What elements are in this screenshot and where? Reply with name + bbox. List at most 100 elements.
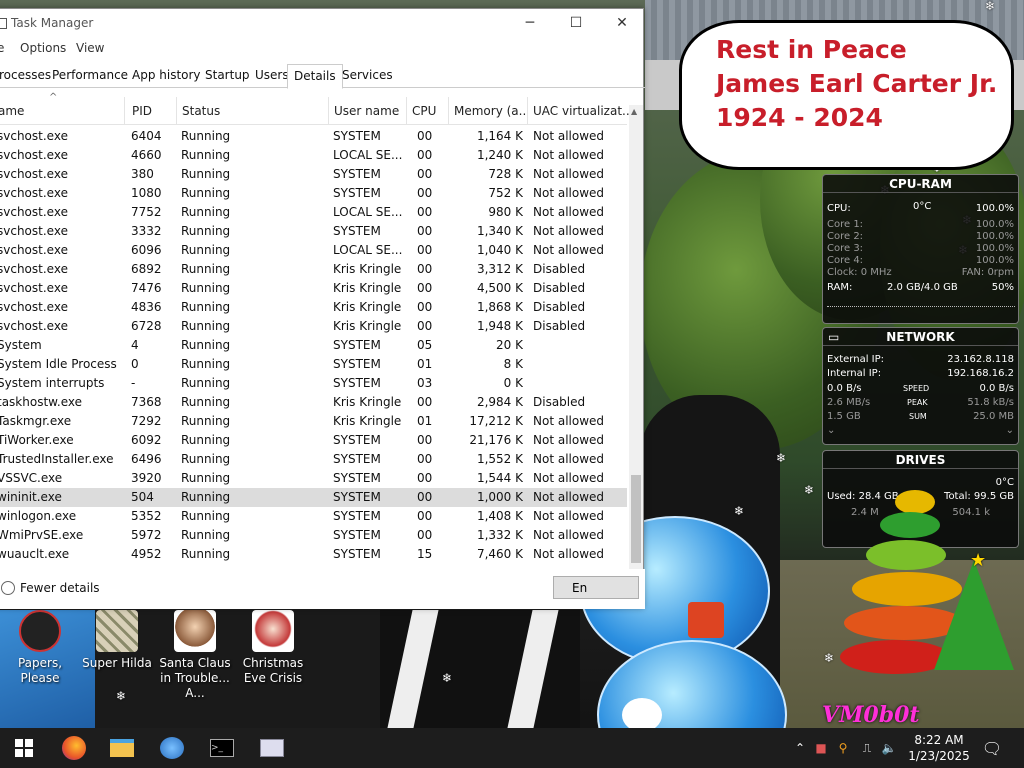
scrollbar-thumb[interactable]	[631, 475, 641, 563]
tab-services[interactable]: Services	[336, 64, 399, 88]
end-task-button[interactable]: En	[553, 576, 639, 599]
column-memory[interactable]: Memory (a...	[449, 97, 528, 125]
cell-uac: Not allowed	[533, 243, 605, 257]
cell-memory: 752 K	[488, 186, 523, 200]
table-row[interactable]: svchost.exe 7752 Running LOCAL SE... 00 980 K…	[0, 203, 627, 222]
people-icon	[160, 737, 184, 759]
table-row[interactable]: svchost.exe 6728 Running Kris Kringle 00 1,94…	[0, 317, 627, 336]
desktop-icon-super-hilda[interactable]: Super Hilda	[77, 610, 157, 671]
table-row[interactable]: svchost.exe 7476 Running Kris Kringle 00 4,50…	[0, 279, 627, 298]
cell-name: WmiPrvSE.exe	[0, 528, 84, 542]
cell-cpu: 01	[417, 414, 433, 428]
taskbar-command-prompt[interactable]: >_	[200, 728, 244, 768]
table-row[interactable]: WmiPrvSE.exe 5972 Running SYSTEM 00 1,332 K No…	[0, 526, 627, 545]
table-row[interactable]: svchost.exe 4836 Running Kris Kringle 00 1,86…	[0, 298, 627, 317]
fewer-details-button[interactable]: Fewer details	[1, 581, 100, 595]
table-row[interactable]: TiWorker.exe 6092 Running SYSTEM 00 21,176 K N…	[0, 431, 627, 450]
cell-uac: Disabled	[533, 281, 586, 295]
cell-cpu: 00	[417, 471, 433, 485]
column-uac-virtualization[interactable]: UAC virtualizat...	[528, 97, 629, 125]
maximize-button[interactable]: ☐	[553, 9, 599, 37]
bubble-line-2: James Earl Carter Jr.	[716, 69, 998, 98]
drive-used: Used: 28.4 GB	[827, 491, 899, 502]
network-gadget[interactable]: ▭ NETWORK External IP: 23.162.8.118 Inter…	[822, 327, 1019, 445]
start-button[interactable]	[2, 728, 46, 768]
santa-claus-icon	[174, 610, 216, 652]
column-name[interactable]: ame	[0, 97, 125, 125]
tab-app-history[interactable]: App history	[126, 64, 207, 88]
table-row[interactable]: svchost.exe 3332 Running SYSTEM 00 1,340 K Not…	[0, 222, 627, 241]
table-row[interactable]: taskhostw.exe 7368 Running Kris Kringle 00 2,…	[0, 393, 627, 412]
ram-graph	[827, 297, 1015, 307]
tab-startup[interactable]: Startup	[199, 64, 256, 88]
table-row[interactable]: winlogon.exe 5352 Running SYSTEM 00 1,408 K No…	[0, 507, 627, 526]
cell-name: svchost.exe	[0, 167, 68, 181]
cell-uac: Disabled	[533, 262, 586, 276]
table-row[interactable]: svchost.exe 380 Running SYSTEM 00 728 K Not al…	[0, 165, 627, 184]
process-list[interactable]: svchost.exe 6404 Running SYSTEM 00 1,164 K Not…	[0, 127, 627, 569]
table-row[interactable]: svchost.exe 4660 Running LOCAL SE... 00 1,240…	[0, 146, 627, 165]
table-row[interactable]: svchost.exe 6096 Running LOCAL SE... 00 1,040…	[0, 241, 627, 260]
cell-user: SYSTEM	[333, 547, 381, 561]
table-row[interactable]: System 4 Running SYSTEM 05 20 K	[0, 336, 627, 355]
table-row[interactable]: VSSVC.exe 3920 Running SYSTEM 00 1,544 K Not a…	[0, 469, 627, 488]
cell-pid: 6496	[131, 452, 162, 466]
vertical-scrollbar[interactable]: ▲	[629, 105, 643, 569]
table-row[interactable]: wininit.exe 504 Running SYSTEM 00 1,000 K Not …	[0, 488, 627, 507]
tray-app-icon[interactable]: ■	[812, 728, 830, 768]
expand-icon[interactable]: ⌄	[1006, 425, 1014, 436]
volume-icon[interactable]: 🔈	[880, 728, 898, 768]
chevron-up-icon	[1, 581, 15, 595]
menu-options[interactable]: Options	[20, 41, 66, 55]
cell-uac: Not allowed	[533, 186, 605, 200]
tray-overflow-icon[interactable]: ⌃	[792, 728, 808, 768]
table-row[interactable]: svchost.exe 6404 Running SYSTEM 00 1,164 K Not…	[0, 127, 627, 146]
table-row[interactable]: TrustedInstaller.exe 6496 Running SYSTEM 00 1…	[0, 450, 627, 469]
minimize-button[interactable]: ─	[507, 9, 553, 37]
taskbar-firefox[interactable]	[52, 728, 96, 768]
menu-view[interactable]: View	[76, 41, 104, 55]
network-icon[interactable]: ⎍	[858, 728, 876, 768]
tray-search-icon[interactable]: ⚲	[834, 728, 852, 768]
column-user-name[interactable]: User name	[329, 97, 407, 125]
speed-down: 0.0 B/s	[827, 383, 862, 394]
desktop-icon-santa-claus-trouble[interactable]: Santa Claus in Trouble... A...	[155, 610, 235, 701]
core2-value: 100.0%	[975, 231, 1014, 242]
cell-pid: 3920	[131, 471, 162, 485]
cell-pid: 6728	[131, 319, 162, 333]
cell-cpu: 00	[417, 319, 433, 333]
clock[interactable]: 8:22 AM 1/23/2025	[900, 732, 978, 764]
table-row[interactable]: System Idle Process 0 Running SYSTEM 01 8 K	[0, 355, 627, 374]
title-bar[interactable]: Task Manager ─ ☐ ✕	[0, 9, 643, 37]
column-pid[interactable]: PID	[127, 97, 177, 125]
table-row[interactable]: wuauclt.exe 4952 Running SYSTEM 15 7,460 K Not…	[0, 545, 627, 564]
cell-cpu: 01	[417, 357, 433, 371]
tab-details[interactable]: Details	[287, 64, 343, 89]
close-button[interactable]: ✕	[599, 9, 645, 37]
table-row[interactable]: Taskmgr.exe 7292 Running Kris Kringle 01 17,2…	[0, 412, 627, 431]
notifications-icon[interactable]: 🗨	[980, 728, 1004, 768]
expand-icon[interactable]: ⌄	[827, 425, 835, 436]
taskbar: >_ ⌃ ■ ⚲ ⎍ 🔈 8:22 AM 1/23/2025 🗨	[0, 728, 1024, 768]
column-status[interactable]: Status	[177, 97, 329, 125]
taskbar-people[interactable]	[150, 728, 194, 768]
table-row[interactable]: svchost.exe 1080 Running SYSTEM 00 752 K Not a…	[0, 184, 627, 203]
menu-file[interactable]: e	[0, 41, 4, 55]
taskbar-file-explorer[interactable]	[100, 728, 144, 768]
cpu-ram-gadget[interactable]: CPU-RAM CPU: 0°C 100.0% Core 1: 100.0% C…	[822, 174, 1019, 324]
column-cpu[interactable]: CPU	[407, 97, 449, 125]
taskbar-task-manager[interactable]	[250, 728, 294, 768]
cell-user: SYSTEM	[333, 490, 381, 504]
cell-memory: 1,164 K	[476, 129, 523, 143]
desktop-icon-papers-please[interactable]: Papers, Please	[0, 610, 80, 686]
table-row[interactable]: System interrupts - Running SYSTEM 03 0 K	[0, 374, 627, 393]
task-manager-window[interactable]: Task Manager ─ ☐ ✕ e Options View rocess…	[0, 8, 645, 609]
cell-name: taskhostw.exe	[0, 395, 82, 409]
scroll-up-icon[interactable]: ▲	[631, 107, 637, 116]
tab-performance[interactable]: Performance	[46, 64, 134, 88]
folder-icon	[110, 739, 134, 757]
cell-uac: Not allowed	[533, 148, 605, 162]
desktop-icon-christmas-eve-crisis[interactable]: Christmas Eve Crisis	[233, 610, 313, 686]
cell-cpu: 00	[417, 490, 433, 504]
table-row[interactable]: svchost.exe 6892 Running Kris Kringle 00 3,31…	[0, 260, 627, 279]
